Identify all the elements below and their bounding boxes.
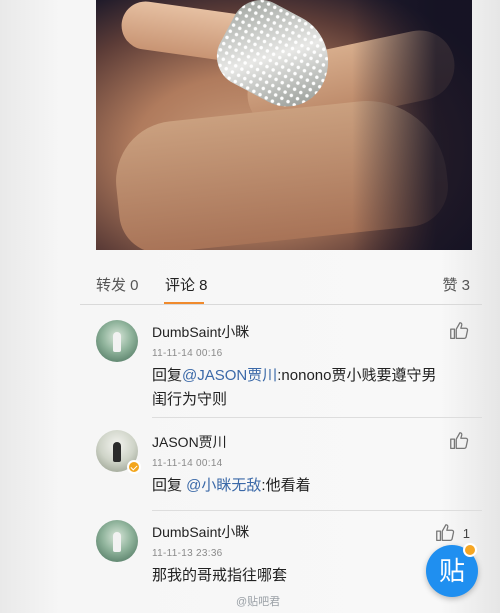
thumbs-up-icon[interactable] (448, 320, 470, 342)
comment-item: DumbSaint小眯 11-11-13 23:36 那我的哥戒指往哪套 1 (80, 518, 482, 598)
comment-item: DumbSaint小眯 11-11-14 00:16 回复@JASON贾川:no… (80, 318, 482, 418)
divider (152, 417, 482, 418)
thumbs-up-icon[interactable] (448, 430, 470, 452)
comment-timestamp: 11-11-14 00:16 (152, 348, 223, 359)
weibo-comment-page: 转发 0 评论 8 赞 3 DumbSaint小眯 11-11-14 00:16… (0, 0, 500, 613)
post-photo[interactable] (96, 0, 472, 250)
comment-username[interactable]: DumbSaint小眯 (152, 322, 249, 342)
comment-item: JASON贾川 11-11-14 00:14 回复 @小眯无敌:他看着 (80, 430, 482, 511)
comment-text-line: 那我的哥戒指往哪套 (152, 567, 288, 584)
tab-like[interactable]: 赞 3 (442, 274, 470, 295)
comment-text: 那我的哥戒指往哪套 (152, 564, 452, 588)
tab-comment[interactable]: 评论 8 (165, 274, 208, 295)
comment-text-line: :他看着 (261, 477, 311, 494)
like-count: 1 (462, 526, 470, 541)
watermark: @贴吧君 (236, 596, 281, 608)
comment-text: 回复@JASON贾川:nonono贾小贱要遵守男 闺行为守则 (152, 364, 452, 412)
tab-repost[interactable]: 转发 0 (96, 274, 139, 295)
comment-timestamp: 11-11-13 23:36 (152, 548, 223, 559)
interaction-tabs: 转发 0 评论 8 赞 3 (80, 262, 482, 304)
reply-prefix: 回复 (152, 367, 183, 384)
reply-prefix: 回复 (152, 477, 187, 494)
mention-link[interactable]: @小眯无敌 (186, 477, 261, 494)
thumbs-up-icon[interactable] (434, 522, 456, 544)
avatar[interactable] (96, 320, 138, 362)
comment-timestamp: 11-11-14 00:14 (152, 458, 223, 469)
photo-shade (352, 0, 472, 250)
verified-badge-icon (127, 460, 141, 474)
fab-badge-icon (463, 543, 477, 557)
comment-username[interactable]: JASON贾川 (152, 432, 227, 452)
mention-link[interactable]: @JASON贾川 (182, 367, 277, 384)
avatar-figure (113, 532, 121, 552)
divider (80, 304, 482, 305)
comment-text-line: 闺行为守则 (152, 391, 228, 408)
avatar[interactable] (96, 520, 138, 562)
avatar-figure (113, 332, 121, 352)
comment-text: 回复 @小眯无敌:他看着 (152, 474, 452, 498)
comment-text-line: :nonono贾小贱要遵守男 (277, 367, 437, 384)
avatar-figure (113, 442, 121, 462)
comment-username[interactable]: DumbSaint小眯 (152, 522, 249, 542)
divider (152, 510, 482, 511)
